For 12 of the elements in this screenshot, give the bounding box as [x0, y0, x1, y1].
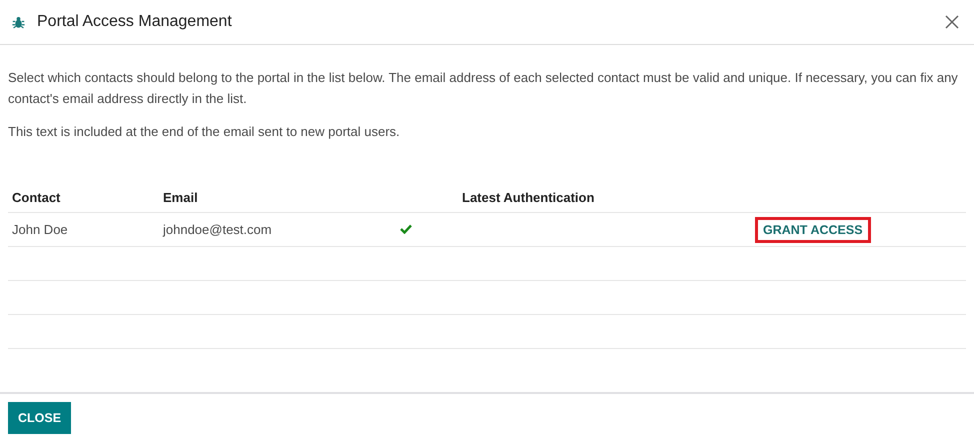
column-header: Latest Authentication — [462, 190, 596, 204]
email-cell-text: johndoe@test.com — [163, 222, 273, 237]
contact-cell-text: John Doe — [12, 222, 69, 237]
column-header: Email — [163, 190, 199, 204]
bug-icon — [12, 16, 25, 28]
grant-access-button[interactable]: GRANT ACCESS — [755, 216, 871, 242]
close-icon[interactable] — [944, 14, 960, 30]
dialog-title: Portal Access Management — [37, 13, 233, 31]
close-button[interactable]: CLOSE — [8, 402, 72, 434]
note-text: This text is included at the end of the email sent to new portal users. — [8, 123, 401, 141]
intro-text: Select which contacts should belong to the portal in the list below. The email address of each selected contact must be valid and unique. If necessary, you can fix any contact's email address directly in the list. — [8, 69, 959, 108]
column-header: Contact — [12, 190, 62, 204]
